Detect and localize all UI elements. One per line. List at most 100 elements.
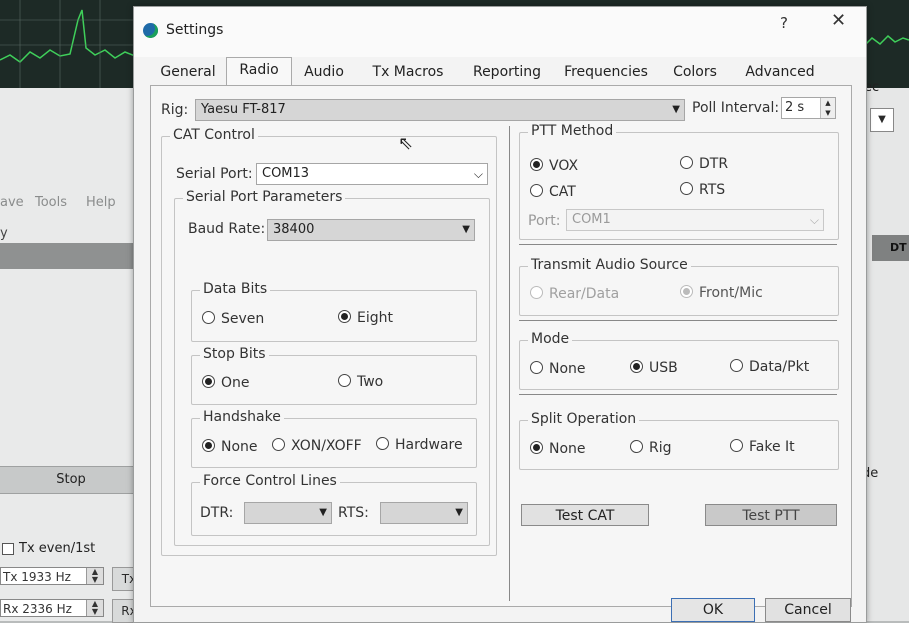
tab-colors[interactable]: Colors — [662, 60, 728, 84]
ptt-port-value: COM1 — [572, 212, 611, 227]
menu-item-tools[interactable]: Tools — [35, 195, 67, 210]
radio-dot[interactable] — [530, 361, 543, 374]
radio-label: CAT — [549, 184, 576, 200]
ptt-dtr-radio[interactable]: DTR — [680, 156, 728, 172]
ok-button[interactable]: OK — [671, 598, 755, 622]
serial-port-select[interactable]: COM13 ⌵ — [256, 163, 488, 185]
handshake-group: Handshake None XON/XOFF Hardware — [191, 409, 477, 468]
radio-label: Two — [357, 374, 384, 390]
spin-arrows-icon[interactable]: ▲ ▼ — [86, 600, 103, 616]
cat-control-title: CAT Control — [170, 127, 258, 143]
radio-dot[interactable] — [202, 439, 215, 452]
mouse-cursor-icon: ⇖ — [398, 133, 414, 154]
ptt-vox-radio[interactable]: VOX — [530, 158, 578, 174]
help-button[interactable]: ? — [780, 14, 788, 32]
radio-dot[interactable] — [680, 182, 693, 195]
audio-front-mic-radio[interactable]: Front/Mic — [680, 285, 763, 301]
tab-advanced[interactable]: Advanced — [732, 60, 828, 84]
radio-dot[interactable] — [272, 438, 285, 451]
checkbox-box[interactable] — [2, 542, 14, 555]
section-divider — [519, 244, 837, 245]
radio-label: XON/XOFF — [291, 438, 362, 454]
radio-dot[interactable] — [730, 439, 743, 452]
handshake-hardware-radio[interactable]: Hardware — [376, 437, 463, 453]
poll-interval-spinbox[interactable]: 2 s ▲ ▼ — [781, 97, 836, 119]
split-operation-group: Split Operation None Rig Fake It — [519, 411, 839, 470]
tx-even-label: Tx even/1st — [19, 541, 96, 556]
radio-dot[interactable] — [376, 437, 389, 450]
mode-data-pkt-radio[interactable]: Data/Pkt — [730, 359, 809, 375]
radio-dot[interactable] — [530, 184, 543, 197]
partial-label: y — [0, 226, 8, 241]
chevron-down-icon: ▼ — [319, 507, 327, 518]
tab-reporting[interactable]: Reporting — [462, 60, 552, 84]
ptt-cat-radio[interactable]: CAT — [530, 184, 576, 200]
handshake-xonxoff-radio[interactable]: XON/XOFF — [272, 438, 362, 454]
right-dropdown[interactable]: ▼ — [870, 108, 894, 132]
close-button[interactable]: ✕ — [831, 10, 846, 31]
radio-dot[interactable] — [730, 359, 743, 372]
radio-dot[interactable] — [338, 374, 351, 387]
radio-label: Fake It — [749, 439, 795, 455]
radio-dot[interactable] — [680, 156, 693, 169]
radio-label: USB — [649, 360, 678, 376]
radio-label: None — [221, 439, 258, 455]
handshake-none-radio[interactable]: None — [202, 439, 258, 455]
stop-bits-two-radio[interactable]: Two — [338, 374, 383, 390]
mode-none-radio[interactable]: None — [530, 361, 586, 377]
radio-dot[interactable] — [680, 285, 693, 298]
menu-item-help[interactable]: Help — [86, 195, 116, 210]
test-ptt-button[interactable]: Test PTT — [705, 504, 837, 526]
split-none-radio[interactable]: None — [530, 441, 586, 457]
baud-rate-select[interactable]: 38400 ▼ — [267, 219, 475, 241]
data-bits-eight-radio[interactable]: Eight — [338, 310, 393, 326]
radio-dot[interactable] — [530, 441, 543, 454]
dtr-label: DTR: — [200, 505, 234, 521]
data-bits-seven-radio[interactable]: Seven — [202, 311, 264, 327]
stop-button[interactable]: Stop — [0, 466, 142, 494]
stop-bits-one-radio[interactable]: One — [202, 375, 250, 391]
tab-frequencies[interactable]: Frequencies — [556, 60, 656, 84]
chevron-down-icon: ▼ — [672, 104, 680, 115]
rig-label: Rig: — [161, 102, 189, 118]
section-divider — [519, 394, 837, 395]
rx-frequency-spinbox[interactable]: Rx 2336 Hz ▲ ▼ — [0, 599, 104, 617]
split-rig-radio[interactable]: Rig — [630, 440, 672, 456]
rts-select[interactable]: ▼ — [380, 502, 468, 524]
mode-usb-radio[interactable]: USB — [630, 360, 678, 376]
radio-dot[interactable] — [202, 311, 215, 324]
force-control-title: Force Control Lines — [200, 473, 340, 489]
radio-label: None — [549, 441, 586, 457]
radio-dot[interactable] — [202, 375, 215, 388]
tab-audio[interactable]: Audio — [292, 60, 356, 84]
spin-arrows-icon[interactable]: ▲ ▼ — [820, 98, 835, 118]
split-fake-it-radio[interactable]: Fake It — [730, 439, 795, 455]
radio-dot[interactable] — [530, 286, 543, 299]
audio-rear-data-radio[interactable]: Rear/Data — [530, 286, 619, 302]
radio-label: VOX — [549, 158, 579, 174]
test-cat-button[interactable]: Test CAT — [521, 504, 649, 526]
radio-label: None — [549, 361, 586, 377]
serial-port-label: Serial Port: — [176, 166, 253, 182]
ptt-method-title: PTT Method — [528, 123, 617, 139]
radio-dot[interactable] — [530, 158, 543, 171]
cancel-button[interactable]: Cancel — [765, 598, 851, 622]
tx-frequency-spinbox[interactable]: Tx 1933 Hz ▲ ▼ — [0, 567, 104, 585]
ptt-port-select[interactable]: COM1 ⌵ — [566, 209, 824, 231]
ptt-port-label: Port: — [528, 213, 561, 229]
radio-dot[interactable] — [630, 440, 643, 453]
tab-tx-macros[interactable]: Tx Macros — [360, 60, 456, 84]
dtr-select[interactable]: ▼ — [244, 502, 332, 524]
tx-even-checkbox[interactable]: Tx even/1st — [2, 541, 95, 556]
stop-bits-title: Stop Bits — [200, 346, 269, 362]
spin-arrows-icon[interactable]: ▲ ▼ — [86, 568, 103, 584]
rig-value: Yaesu FT-817 — [201, 102, 286, 117]
ptt-rts-radio[interactable]: RTS — [680, 182, 725, 198]
tab-radio[interactable]: Radio — [226, 57, 292, 86]
ptt-method-group: PTT Method VOX DTR CAT RTS Port: COM1 ⌵ — [519, 123, 839, 240]
radio-dot[interactable] — [338, 310, 351, 323]
menu-item-save[interactable]: ave — [0, 195, 24, 210]
radio-dot[interactable] — [630, 360, 643, 373]
rig-select[interactable]: Yaesu FT-817 ▼ — [195, 99, 685, 121]
tab-general[interactable]: General — [150, 60, 226, 84]
